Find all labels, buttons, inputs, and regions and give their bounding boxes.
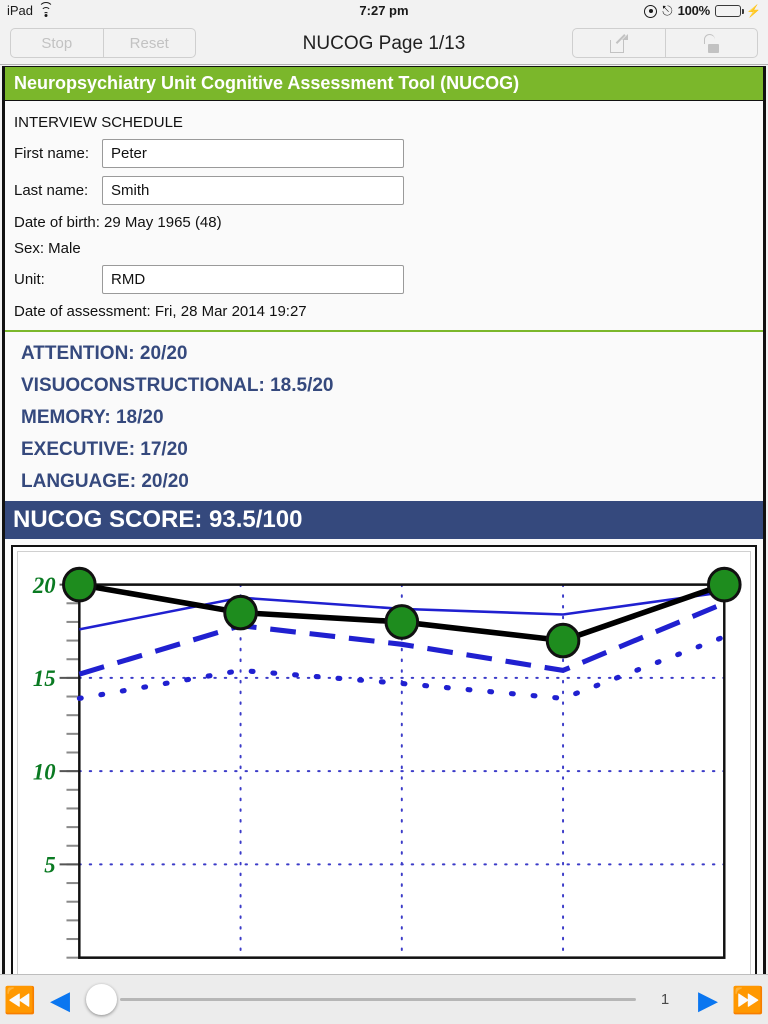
unit-row: Unit: RMD [5,261,763,298]
score-executive: EXECUTIVE: 17/20 [21,439,188,460]
svg-text:20: 20 [32,571,56,597]
skip-back-icon[interactable]: ⏪ [0,980,40,1020]
battery-icon [715,5,744,17]
page-slider[interactable] [86,980,636,1020]
first-name-row: First name: Peter [5,135,763,172]
status-bar-right: ⎋ 100% ⚡ [644,0,761,22]
score-attention: ATTENTION: 20/20 [21,343,188,364]
sex-text: Sex: Male [14,239,81,257]
previous-icon[interactable]: ◀ [40,980,80,1020]
top-toolbar: NUCOG Page 1/13 Stop Reset [0,22,768,65]
last-name-row: Last name: Smith [5,172,763,209]
section-title: INTERVIEW SCHEDULE [14,113,183,131]
svg-text:5: 5 [44,851,55,877]
share-lock-segmented-control [572,28,758,58]
bluetooth-icon: ⎋ [662,3,673,18]
profile-chart-container: 5 10 15 20 [11,545,757,982]
reset-button[interactable]: Reset [102,29,196,57]
date-of-assessment-text: Date of assessment: Fri, 28 Mar 2014 19:… [14,302,307,320]
svg-text:10: 10 [33,758,56,784]
ios-status-bar: iPad 7:27 pm ⎋ 100% ⚡ [0,0,768,22]
stop-reset-segmented-control: Stop Reset [10,28,196,58]
unit-label: Unit: [14,271,45,288]
content-pane: Neuropsychiatry Unit Cognitive Assessmen… [2,66,766,982]
last-name-input[interactable]: Smith [102,176,404,205]
domain-scores-list: ATTENTION: 20/20 VISUOCONSTRUCTIONAL: 18… [5,332,763,501]
lightning-bolt-icon: ⚡ [746,4,761,18]
total-score-banner: NUCOG SCORE: 93.5/100 [5,501,763,539]
lock-button[interactable] [664,29,758,57]
slider-track [120,998,636,1001]
score-language: LANGUAGE: 20/20 [21,471,189,492]
skip-forward-icon[interactable]: ⏩ [728,980,768,1020]
first-name-input[interactable]: Peter [102,139,404,168]
share-icon [609,33,628,53]
unlocked-padlock-icon [703,33,720,53]
score-memory: MEMORY: 18/20 [21,407,164,428]
stop-button[interactable]: Stop [11,29,103,57]
rotation-lock-icon [644,4,658,18]
slider-thumb[interactable] [86,984,117,1015]
next-icon[interactable]: ▶ [688,980,728,1020]
page-number-label: 1 [660,991,670,1008]
share-button[interactable] [573,29,665,57]
interview-schedule-form: INTERVIEW SCHEDULE First name: Peter Las… [5,101,763,330]
profile-chart-svg: 5 10 15 20 [32,566,742,959]
app-root: iPad 7:27 pm ⎋ 100% ⚡ NUCOG Page 1/13 St… [0,0,768,1024]
battery-percent-label: 100% [677,3,711,18]
assessment-tool-header: Neuropsychiatry Unit Cognitive Assessmen… [5,66,763,101]
unit-input[interactable]: RMD [102,265,404,294]
svg-text:15: 15 [33,665,56,691]
date-of-birth-text: Date of birth: 29 May 1965 (48) [14,213,222,231]
profile-chart: 5 10 15 20 [17,551,751,976]
last-name-label: Last name: [14,182,89,199]
score-visuoconstructional: VISUOCONSTRUCTIONAL: 18.5/20 [21,375,334,396]
first-name-label: First name: [14,145,90,162]
page-navigation-bar: ⏪ ◀ 1 ▶ ⏩ [0,974,768,1024]
